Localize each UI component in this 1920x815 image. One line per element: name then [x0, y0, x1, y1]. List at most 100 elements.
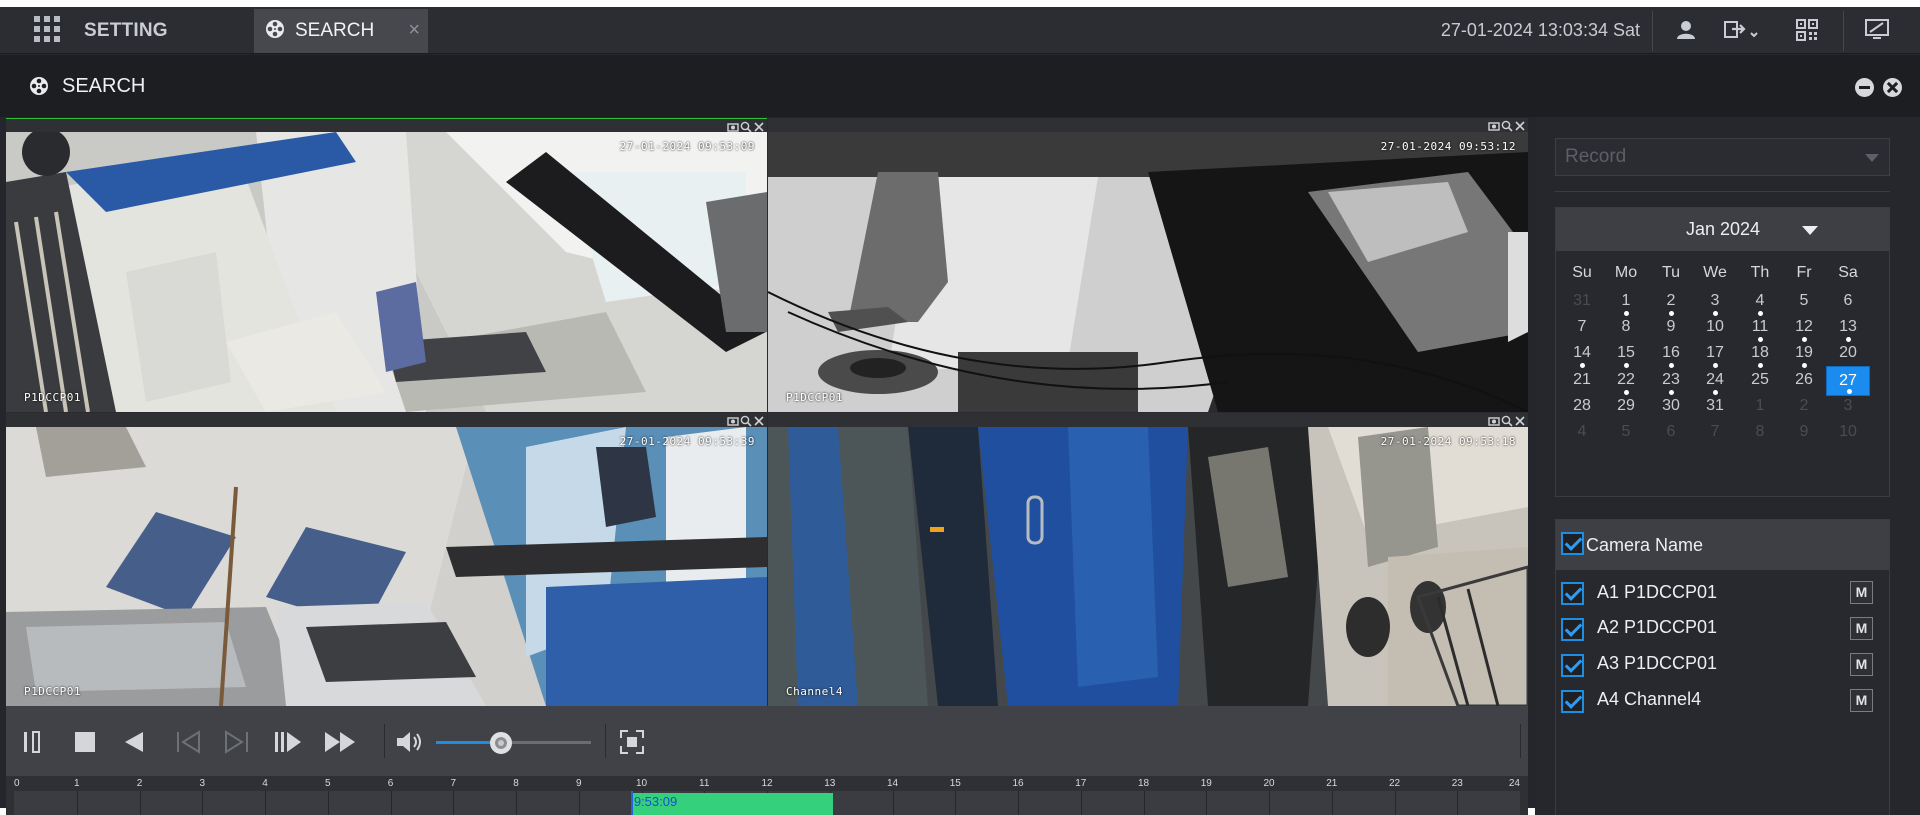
stop-icon[interactable]: [72, 727, 98, 757]
timeline-track[interactable]: 9:53:09: [14, 791, 1520, 815]
calendar-weekday: Sa: [1838, 264, 1858, 281]
video-window-4[interactable]: 27-01-2024 09:53:18 Channel4: [768, 413, 1528, 706]
calendar-day[interactable]: 6: [1649, 418, 1693, 448]
camera-main-stream-button[interactable]: M: [1850, 617, 1873, 640]
fast-forward-icon[interactable]: [322, 727, 358, 757]
calendar-weekday: Tu: [1661, 264, 1681, 281]
close-video-icon[interactable]: [753, 120, 765, 132]
volume-icon[interactable]: [395, 727, 425, 757]
zoom-icon[interactable]: [740, 120, 752, 133]
slow-play-icon[interactable]: [272, 727, 304, 757]
timeline-hour-label: 17: [1075, 778, 1087, 789]
close-video-icon[interactable]: [753, 414, 765, 426]
timeline-tick: [76, 791, 78, 815]
camera-main-stream-button[interactable]: M: [1850, 689, 1873, 712]
pause-icon[interactable]: [20, 727, 44, 757]
monitor-icon[interactable]: [1863, 17, 1891, 43]
timeline-hour-label: 10: [635, 778, 648, 789]
calendar-month-picker[interactable]: Jan 2024: [1556, 208, 1889, 251]
calendar-day[interactable]: 5: [1604, 418, 1648, 448]
timeline-hour-label: 0: [14, 778, 20, 789]
snapshot-icon[interactable]: [727, 414, 739, 426]
timeline-hour-label: 7: [450, 778, 457, 789]
timeline-hour-label: 12: [761, 778, 773, 789]
osd-channel-name: P1DCCP01: [24, 685, 81, 698]
timeline-hour-label: 16: [1012, 778, 1024, 789]
timeline-tick: [516, 791, 517, 815]
chevron-down-icon: [1865, 154, 1879, 162]
calendar-day[interactable]: 8: [1738, 418, 1782, 448]
fullscreen-icon[interactable]: [618, 727, 646, 757]
camera-main-stream-button[interactable]: M: [1850, 653, 1873, 676]
zoom-icon[interactable]: [740, 414, 752, 427]
osd-channel-name: P1DCCP01: [786, 391, 843, 404]
snapshot-icon[interactable]: [1488, 119, 1500, 131]
timeline-hour-label: 14: [886, 778, 899, 789]
calendar-weekday: We: [1703, 264, 1727, 281]
record-type-value: Record: [1565, 146, 1627, 167]
logout-icon[interactable]: [1722, 17, 1762, 43]
video-window-3[interactable]: 27-01-2024 09:53:39 P1DCCP01: [6, 413, 767, 706]
timeline-hour-label: 6: [387, 778, 394, 789]
timeline-hour-label: 3: [199, 778, 206, 789]
video-feed-1: [6, 132, 767, 412]
close-video-icon[interactable]: [1514, 414, 1526, 426]
timeline-tick: [390, 791, 392, 815]
timeline-hour-label: 15: [949, 778, 961, 789]
calendar-day[interactable]: 9: [1782, 418, 1826, 448]
video-window-1[interactable]: 27-01-2024 09:53:09 P1DCCP01: [6, 118, 767, 412]
camera-checkbox[interactable]: [1561, 618, 1584, 641]
camera-row[interactable]: A3 P1DCCP01 M: [1556, 646, 1889, 686]
timeline-hour-label: 13: [824, 778, 836, 789]
osd-channel-name: P1DCCP01: [24, 391, 81, 404]
osd-channel-name: Channel4: [786, 685, 843, 698]
camera-label: A3 P1DCCP01: [1597, 653, 1718, 673]
camera-label: A4 Channel4: [1597, 689, 1702, 709]
reverse-play-icon[interactable]: [121, 727, 147, 757]
zoom-icon[interactable]: [1501, 119, 1513, 132]
calendar-weekday: Fr: [1796, 264, 1812, 281]
calendar: Jan 2024 Su Mo Tu We Th Fr Sa 31 1 2 3 4 5 6 7 8 9 10 11 12…: [1555, 207, 1890, 497]
select-all-checkbox[interactable]: [1561, 532, 1584, 555]
timeline-tick: [1018, 791, 1019, 815]
close-tab-icon[interactable]: ×: [408, 19, 420, 41]
close-button[interactable]: [1883, 78, 1902, 97]
calendar-day[interactable]: 4: [1560, 418, 1604, 448]
timeline-hour-label: 9: [575, 778, 582, 789]
calendar-day[interactable]: 10: [1826, 418, 1870, 448]
snapshot-icon[interactable]: [1488, 414, 1500, 426]
camera-row[interactable]: A2 P1DCCP01 M: [1556, 610, 1889, 650]
tab-setting[interactable]: SETTING: [84, 7, 168, 54]
zoom-icon[interactable]: [1501, 414, 1513, 427]
video-window-2[interactable]: 27-01-2024 09:53:12 P1DCCP01: [768, 118, 1528, 412]
video-feed-2: [768, 132, 1528, 412]
system-datetime: 27-01-2024 13:03:34 Sat: [1440, 20, 1640, 40]
camera-checkbox[interactable]: [1561, 690, 1584, 713]
osd-timestamp: 27-01-2024 09:53:09: [619, 140, 755, 153]
timeline-cursor[interactable]: [630, 791, 633, 815]
next-frame-icon[interactable]: [223, 727, 251, 757]
camera-row[interactable]: A1 P1DCCP01 M: [1556, 575, 1889, 615]
camera-main-stream-button[interactable]: M: [1850, 581, 1873, 604]
calendar-weekday: Th: [1750, 264, 1770, 281]
video-grid: 27-01-2024 09:53:09 P1DCCP01 27-01-2024 …: [6, 118, 1528, 706]
qr-code-icon[interactable]: [1793, 17, 1821, 43]
volume-slider-track[interactable]: [436, 741, 591, 744]
volume-slider-handle[interactable]: [490, 732, 513, 754]
snapshot-icon[interactable]: [727, 120, 739, 132]
calendar-day[interactable]: 7: [1693, 418, 1737, 448]
playback-controls: [6, 706, 1528, 776]
grid-menu-icon[interactable]: [34, 16, 60, 42]
timeline-tick: [1206, 791, 1208, 815]
camera-checkbox[interactable]: [1561, 654, 1584, 677]
camera-checkbox[interactable]: [1561, 582, 1584, 605]
record-type-select[interactable]: Record: [1555, 138, 1890, 176]
close-video-icon[interactable]: [1514, 119, 1526, 131]
tab-search[interactable]: SEARCH ×: [254, 9, 428, 53]
camera-row[interactable]: A4 Channel4 M: [1556, 682, 1889, 722]
timeline-tick: [1143, 791, 1145, 815]
user-icon[interactable]: [1672, 17, 1700, 43]
minimize-button[interactable]: [1855, 78, 1874, 97]
previous-frame-icon[interactable]: [174, 727, 202, 757]
timeline-tick: [578, 791, 580, 815]
